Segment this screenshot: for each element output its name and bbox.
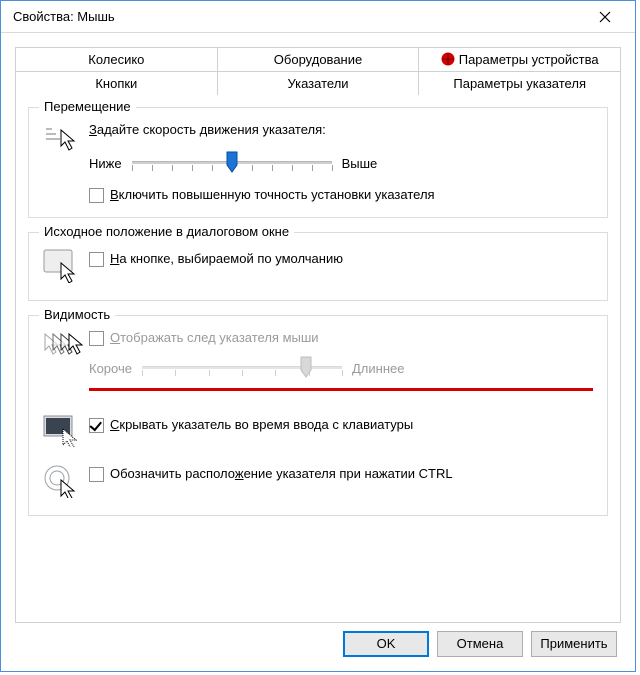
tab-container: Колесико Оборудование Параметры устройст… [15,47,621,95]
mouse-properties-window: Свойства: Мышь Колесико Оборудование Пар… [0,0,636,672]
checkbox-show-location-ctrl[interactable]: Обозначить расположение указателя при на… [89,466,593,482]
window-title: Свойства: Мышь [13,9,582,24]
slider-thumb-icon [225,151,239,173]
tab-hardware[interactable]: Оборудование [218,47,420,71]
group-motion-legend: Перемещение [39,99,136,114]
cancel-button-label: Отмена [457,636,504,651]
group-snap-to-legend: Исходное положение в диалоговом окне [39,224,294,239]
group-motion: Перемещение Задайте скорость движения ук… [28,107,608,218]
tab-pointer-options[interactable]: Параметры указателя [419,71,621,95]
tab-pointers-label: Указатели [287,76,348,91]
dialog-content: Колесико Оборудование Параметры устройст… [1,33,635,671]
snap-to-label: На кнопке, выбираемой по умолчанию [110,251,343,266]
checkbox-enhance-precision[interactable]: Включить повышенную точность установки у… [89,187,593,203]
tab-buttons-label: Кнопки [95,76,137,91]
label-slower: Ниже [89,156,122,171]
checkbox-icon [89,252,104,267]
tab-hardware-label: Оборудование [274,52,362,67]
checkbox-icon [89,467,104,482]
apply-button[interactable]: Применить [531,631,617,657]
speed-caption: Задайте скорость движения указателя: [89,122,593,137]
highlight-underline [89,388,593,391]
pointer-trails-icon [43,330,89,365]
label-faster: Выше [342,156,378,171]
snap-to-icon [43,247,89,286]
dialog-buttons: OK Отмена Применить [15,623,621,661]
slider-thumb-icon [299,356,313,378]
tab-wheel-label: Колесико [88,52,144,67]
checkbox-icon [89,188,104,203]
close-button[interactable] [582,2,627,32]
tab-device-params[interactable]: Параметры устройства [419,47,621,71]
synaptics-icon [441,52,455,66]
close-icon [599,11,611,23]
show-location-ctrl-label: Обозначить расположение указателя при на… [110,466,453,481]
group-visibility: Видимость Отображать след ука [28,315,608,516]
checkbox-icon [89,331,104,346]
checkbox-hide-while-typing[interactable]: Скрывать указатель во время ввода с клав… [89,417,593,433]
group-visibility-legend: Видимость [39,307,115,322]
pointer-trails-label: Отображать след указателя мыши [110,330,319,345]
ok-button-label: OK [377,636,396,651]
tab-pointers[interactable]: Указатели [218,71,420,95]
pointer-speed-slider[interactable] [132,149,332,177]
tab-wheel[interactable]: Колесико [15,47,218,71]
tab-panel: Перемещение Задайте скорость движения ук… [15,94,621,623]
label-shorter: Короче [89,361,132,376]
apply-button-label: Применить [540,636,607,651]
hide-while-typing-icon [43,413,89,450]
tab-device-params-label: Параметры устройства [459,52,599,67]
pointer-speed-icon [43,122,89,157]
show-location-icon [43,462,89,501]
cancel-button[interactable]: Отмена [437,631,523,657]
ok-button[interactable]: OK [343,631,429,657]
checkbox-pointer-trails[interactable]: Отображать след указателя мыши [89,330,593,346]
label-longer: Длиннее [352,361,404,376]
checkbox-snap-to[interactable]: На кнопке, выбираемой по умолчанию [89,251,593,267]
tab-row-front: Кнопки Указатели Параметры указателя [15,71,621,95]
checkbox-icon [89,418,104,433]
enhance-precision-label: Включить повышенную точность установки у… [110,187,435,202]
tab-buttons[interactable]: Кнопки [15,71,218,95]
group-snap-to: Исходное положение в диалоговом окне На … [28,232,608,301]
hide-while-typing-label: Скрывать указатель во время ввода с клав… [110,417,413,432]
trails-length-slider [142,354,342,382]
tab-pointer-options-label: Параметры указателя [453,76,586,91]
tab-row-back: Колесико Оборудование Параметры устройст… [15,47,621,71]
titlebar: Свойства: Мышь [1,1,635,33]
